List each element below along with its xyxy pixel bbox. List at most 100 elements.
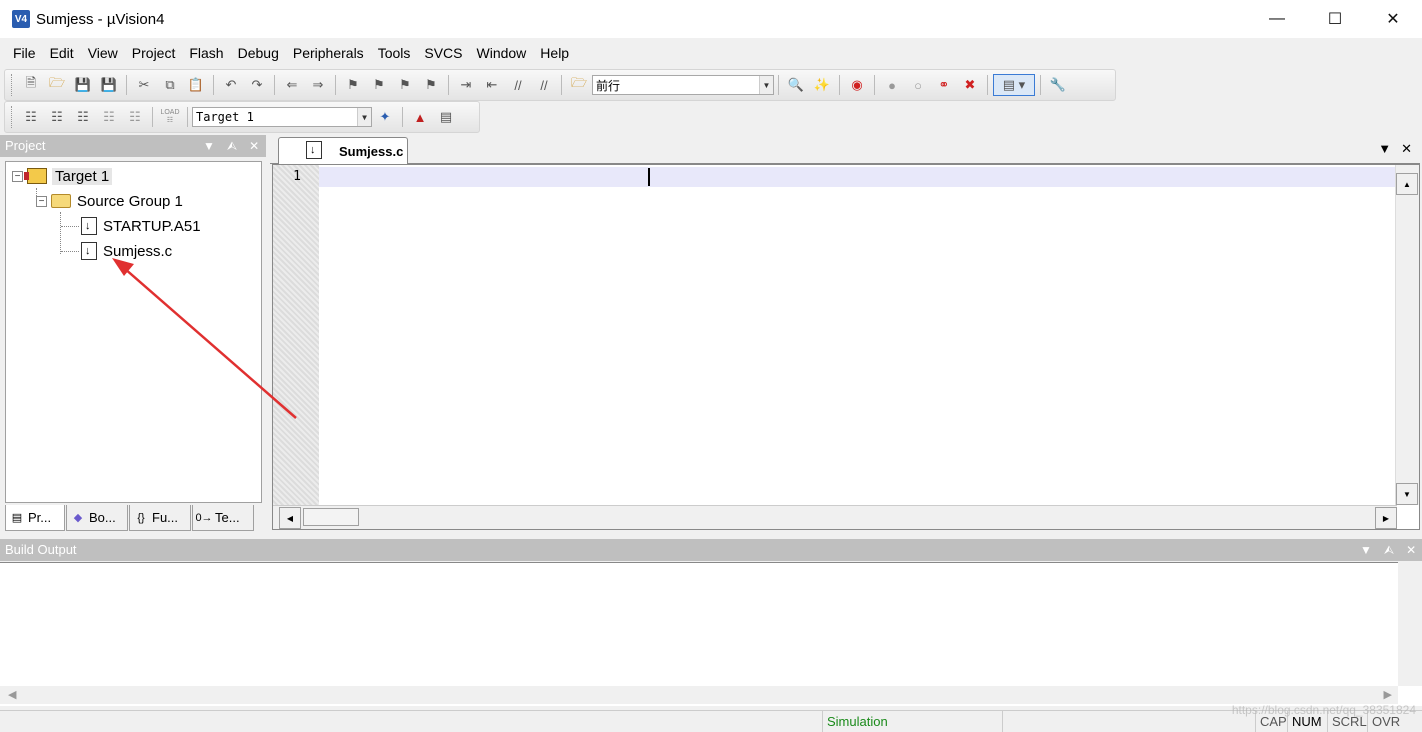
file-toolbar: 🗎 🗁 💾 💾 ✂ ⧉ 📋 ↶ ↷ ⇐ ⇒ ⚑ ⚑ ⚑ ⚑ ⇥ ⇤ // // … [4, 69, 1116, 101]
build-output-title: Build Output [5, 542, 77, 557]
build-vertical-scrollbar[interactable] [1398, 562, 1422, 686]
panel-close-icon[interactable]: ✕ [1406, 539, 1416, 561]
cut-icon[interactable]: ✂ [132, 74, 156, 96]
open-file-icon[interactable]: 🗁 [45, 74, 69, 96]
tree-item-file[interactable]: Sumjess.c [81, 240, 172, 262]
pin-icon[interactable]: ⮙ [227, 135, 237, 157]
copy-icon[interactable]: ⧉ [158, 74, 182, 96]
pin-icon[interactable]: ⮙ [1384, 539, 1394, 561]
tree-item-target[interactable]: − Target 1 [12, 165, 113, 187]
breakpoint-enable-icon[interactable]: ○ [906, 74, 930, 96]
new-file-icon[interactable]: 🗎 [19, 74, 43, 96]
translate-icon[interactable]: ☷ [19, 106, 43, 128]
menu-debug[interactable]: Debug [231, 38, 286, 68]
templates-icon: 0→ [195, 511, 213, 524]
rebuild-icon[interactable]: ☷ [71, 106, 95, 128]
panel-close-icon[interactable]: ✕ [249, 135, 259, 157]
tree-item-group[interactable]: − Source Group 1 [36, 190, 183, 212]
select-packs-icon[interactable]: ▤ [434, 106, 458, 128]
save-icon[interactable]: 💾 [71, 74, 95, 96]
unindent-icon[interactable]: ⇤ [480, 74, 504, 96]
collapse-icon[interactable]: − [12, 170, 23, 182]
find-combo[interactable]: 前行 ▼ [592, 75, 774, 95]
menu-file[interactable]: File [6, 38, 43, 68]
tab-functions[interactable]: {} Fu... [129, 505, 191, 531]
tab-project[interactable]: ▤ Pr... [5, 505, 65, 531]
menu-edit[interactable]: Edit [43, 38, 81, 68]
toolbar-separator [839, 75, 840, 95]
minimize-button[interactable]: — [1248, 0, 1306, 38]
menu-project[interactable]: Project [125, 38, 183, 68]
comment-icon[interactable]: // [506, 74, 530, 96]
undo-icon[interactable]: ↶ [219, 74, 243, 96]
scroll-left-icon[interactable]: ◀ [8, 688, 16, 701]
tab-label: Te... [215, 510, 240, 525]
paste-icon[interactable]: 📋 [184, 74, 208, 96]
stop-build-icon[interactable]: ☷ [123, 106, 147, 128]
panel-controls: ▼ ⮙ ✕ [203, 135, 259, 157]
bookmark-next-icon[interactable]: ⚑ [393, 74, 417, 96]
tab-books[interactable]: ◆ Bo... [66, 505, 128, 531]
menu-peripherals[interactable]: Peripherals [286, 38, 371, 68]
menu-svcs[interactable]: SVCS [417, 38, 469, 68]
scroll-up-icon[interactable]: ▲ [1396, 173, 1418, 195]
manage-components-icon[interactable]: ▲ [408, 106, 432, 128]
scroll-down-icon[interactable]: ▼ [1396, 483, 1418, 505]
build-icon[interactable]: ☷ [45, 106, 69, 128]
nav-forward-icon[interactable]: ⇒ [306, 74, 330, 96]
breakpoint-disable-all-icon[interactable]: ⚭ [932, 74, 956, 96]
window-layout-icon[interactable]: ▤ ▾ [993, 74, 1035, 96]
horizontal-scrollbar[interactable]: ◀ ▶ [273, 505, 1397, 529]
debug-session-icon[interactable]: ◉ [845, 74, 869, 96]
scroll-right-icon[interactable]: ▶ [1375, 507, 1397, 529]
tree-item-file[interactable]: STARTUP.A51 [81, 215, 201, 237]
breakpoint-kill-all-icon[interactable]: ✖ [958, 74, 982, 96]
batch-build-icon[interactable]: ☷ [97, 106, 121, 128]
menu-tools[interactable]: Tools [371, 38, 418, 68]
menu-help[interactable]: Help [533, 38, 576, 68]
panel-menu-icon[interactable]: ▼ [1360, 539, 1372, 561]
menu-view[interactable]: View [81, 38, 125, 68]
tab-sumjess-c[interactable]: Sumjess.c [278, 137, 408, 164]
menu-window[interactable]: Window [470, 38, 534, 68]
download-icon[interactable]: LOAD ☷ [158, 106, 182, 128]
indent-icon[interactable]: ⇥ [454, 74, 478, 96]
menu-flash[interactable]: Flash [182, 38, 230, 68]
close-button[interactable]: ✕ [1364, 0, 1422, 38]
bookmark-insert-icon[interactable]: ⚑ [341, 74, 365, 96]
uncomment-icon[interactable]: // [532, 74, 556, 96]
target-combo[interactable]: Target 1 ▼ [192, 107, 372, 127]
close-tab-icon[interactable]: ✕ [1401, 141, 1412, 157]
breakpoint-insert-icon[interactable]: ● [880, 74, 904, 96]
vertical-scrollbar[interactable]: ▲ ▼ [1395, 165, 1419, 505]
tab-list-icon[interactable]: ▼ [1378, 141, 1391, 157]
find-in-files-icon[interactable]: 🗁 [567, 74, 591, 96]
scroll-left-icon[interactable]: ◀ [279, 507, 301, 529]
code-editor[interactable]: 1 ▲ ▼ ◀ ▶ [272, 164, 1420, 530]
save-all-icon[interactable]: 💾 [97, 74, 121, 96]
scroll-thumb[interactable] [303, 508, 359, 526]
nav-back-icon[interactable]: ⇐ [280, 74, 304, 96]
toolbar-grip[interactable] [11, 74, 14, 96]
target-options-icon[interactable]: ✦ [373, 106, 397, 128]
redo-icon[interactable]: ↷ [245, 74, 269, 96]
build-output-text[interactable] [0, 562, 1422, 706]
chevron-down-icon[interactable]: ▼ [357, 108, 371, 126]
text-caret [648, 168, 650, 186]
editor-gutter: 1 [273, 165, 319, 505]
tab-templates[interactable]: 0→ Te... [192, 505, 254, 531]
collapse-icon[interactable]: − [36, 195, 47, 207]
bookmark-clear-icon[interactable]: ⚑ [419, 74, 443, 96]
incremental-find-icon[interactable]: ✨ [810, 74, 834, 96]
maximize-button[interactable]: ☐ [1306, 0, 1364, 38]
scroll-right-icon[interactable]: ▶ [1384, 688, 1392, 701]
toolbar-grip[interactable] [11, 106, 14, 128]
build-horizontal-scrollbar[interactable]: ◀ ▶ [0, 686, 1398, 704]
find-icon[interactable]: 🔍 [784, 74, 808, 96]
line-number: 1 [293, 169, 301, 184]
bookmark-prev-icon[interactable]: ⚑ [367, 74, 391, 96]
status-bar: Simulation CAP NUM SCRL OVR [0, 710, 1422, 732]
panel-menu-icon[interactable]: ▼ [203, 135, 215, 157]
configure-wrench-icon[interactable]: 🔧 [1046, 74, 1070, 96]
chevron-down-icon[interactable]: ▼ [759, 76, 773, 94]
